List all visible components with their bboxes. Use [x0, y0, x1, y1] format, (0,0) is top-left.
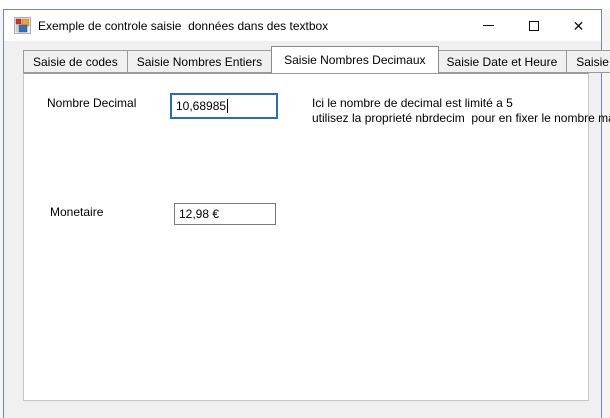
decimal-textbox-value: 10,68985	[176, 99, 226, 113]
decimal-textbox[interactable]: 10,68985	[170, 93, 278, 119]
close-button[interactable]: ✕	[556, 10, 601, 41]
winforms-app-icon	[14, 17, 31, 34]
app-window: Exemple de controle saisie données dans …	[3, 9, 602, 418]
decimal-label: Nombre Decimal	[47, 96, 136, 110]
monetary-label: Monetaire	[50, 205, 103, 219]
tab-saisie-nombres-entiers[interactable]: Saisie Nombres Entiers	[128, 50, 272, 73]
tab-saisie-nombres-decimaux[interactable]: Saisie Nombres Decimaux	[271, 46, 438, 73]
title-bar[interactable]: Exemple de controle saisie données dans …	[4, 10, 601, 41]
minimize-button[interactable]	[466, 10, 511, 41]
monetary-textbox[interactable]: 12,98 €	[174, 203, 276, 225]
maximize-button[interactable]	[511, 10, 556, 41]
tab-strip: Saisie de codes Saisie Nombres Entiers S…	[23, 50, 589, 73]
monetary-textbox-value: 12,98 €	[179, 207, 219, 221]
close-icon: ✕	[573, 19, 585, 33]
caption-button-group: ✕	[466, 10, 601, 41]
tab-page-decimaux: Nombre Decimal 10,68985 Ici le nombre de…	[23, 73, 589, 401]
decimal-hint-line2: utilisez la proprieté nbrdecim pour en f…	[312, 111, 610, 125]
text-caret	[227, 99, 228, 113]
maximize-icon	[529, 21, 539, 31]
tab-saisie-email[interactable]: Saisie Email	[567, 50, 610, 73]
minimize-icon	[483, 25, 494, 26]
tab-control: Saisie de codes Saisie Nombres Entiers S…	[23, 50, 589, 410]
tab-saisie-date-et-heure[interactable]: Saisie Date et Heure	[438, 50, 568, 73]
desktop-background	[0, 0, 610, 9]
window-title: Exemple de controle saisie données dans …	[38, 19, 328, 33]
tab-saisie-de-codes[interactable]: Saisie de codes	[23, 50, 128, 73]
decimal-hint-line1: Ici le nombre de decimal est limité a 5	[312, 96, 513, 110]
